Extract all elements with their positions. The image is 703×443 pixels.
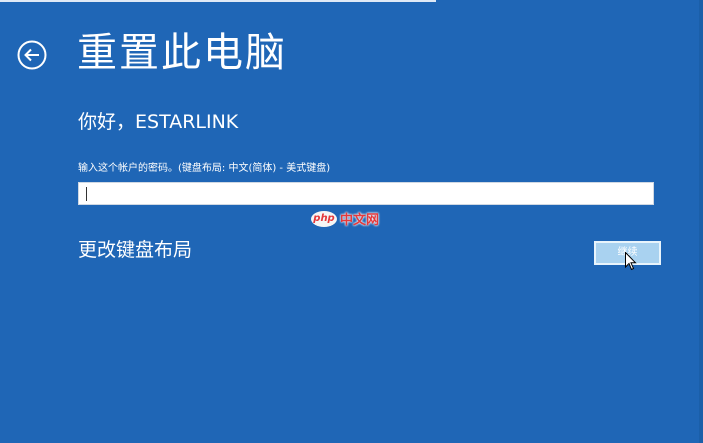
change-keyboard-layout-link[interactable]: 更改键盘布局	[78, 238, 192, 263]
back-button[interactable]	[17, 40, 47, 70]
mouse-pointer-icon	[625, 252, 637, 271]
password-input[interactable]	[78, 182, 654, 205]
back-arrow-icon	[17, 40, 47, 70]
right-edge	[699, 0, 703, 443]
page-title: 重置此电脑	[77, 30, 287, 76]
greeting-text: 你好，ESTARLINK	[78, 111, 239, 133]
top-strip	[0, 0, 436, 2]
watermark-logo: php	[311, 210, 337, 227]
watermark-text: 中文网	[340, 213, 380, 228]
password-label: 输入这个帐户的密码。(键盘布局: 中文(简体) - 美式键盘)	[78, 163, 331, 174]
reset-pc-screen: 重置此电脑 你好，ESTARLINK 输入这个帐户的密码。(键盘布局: 中文(简…	[0, 0, 703, 443]
text-caret	[86, 187, 87, 201]
watermark: php 中文网	[311, 209, 379, 228]
